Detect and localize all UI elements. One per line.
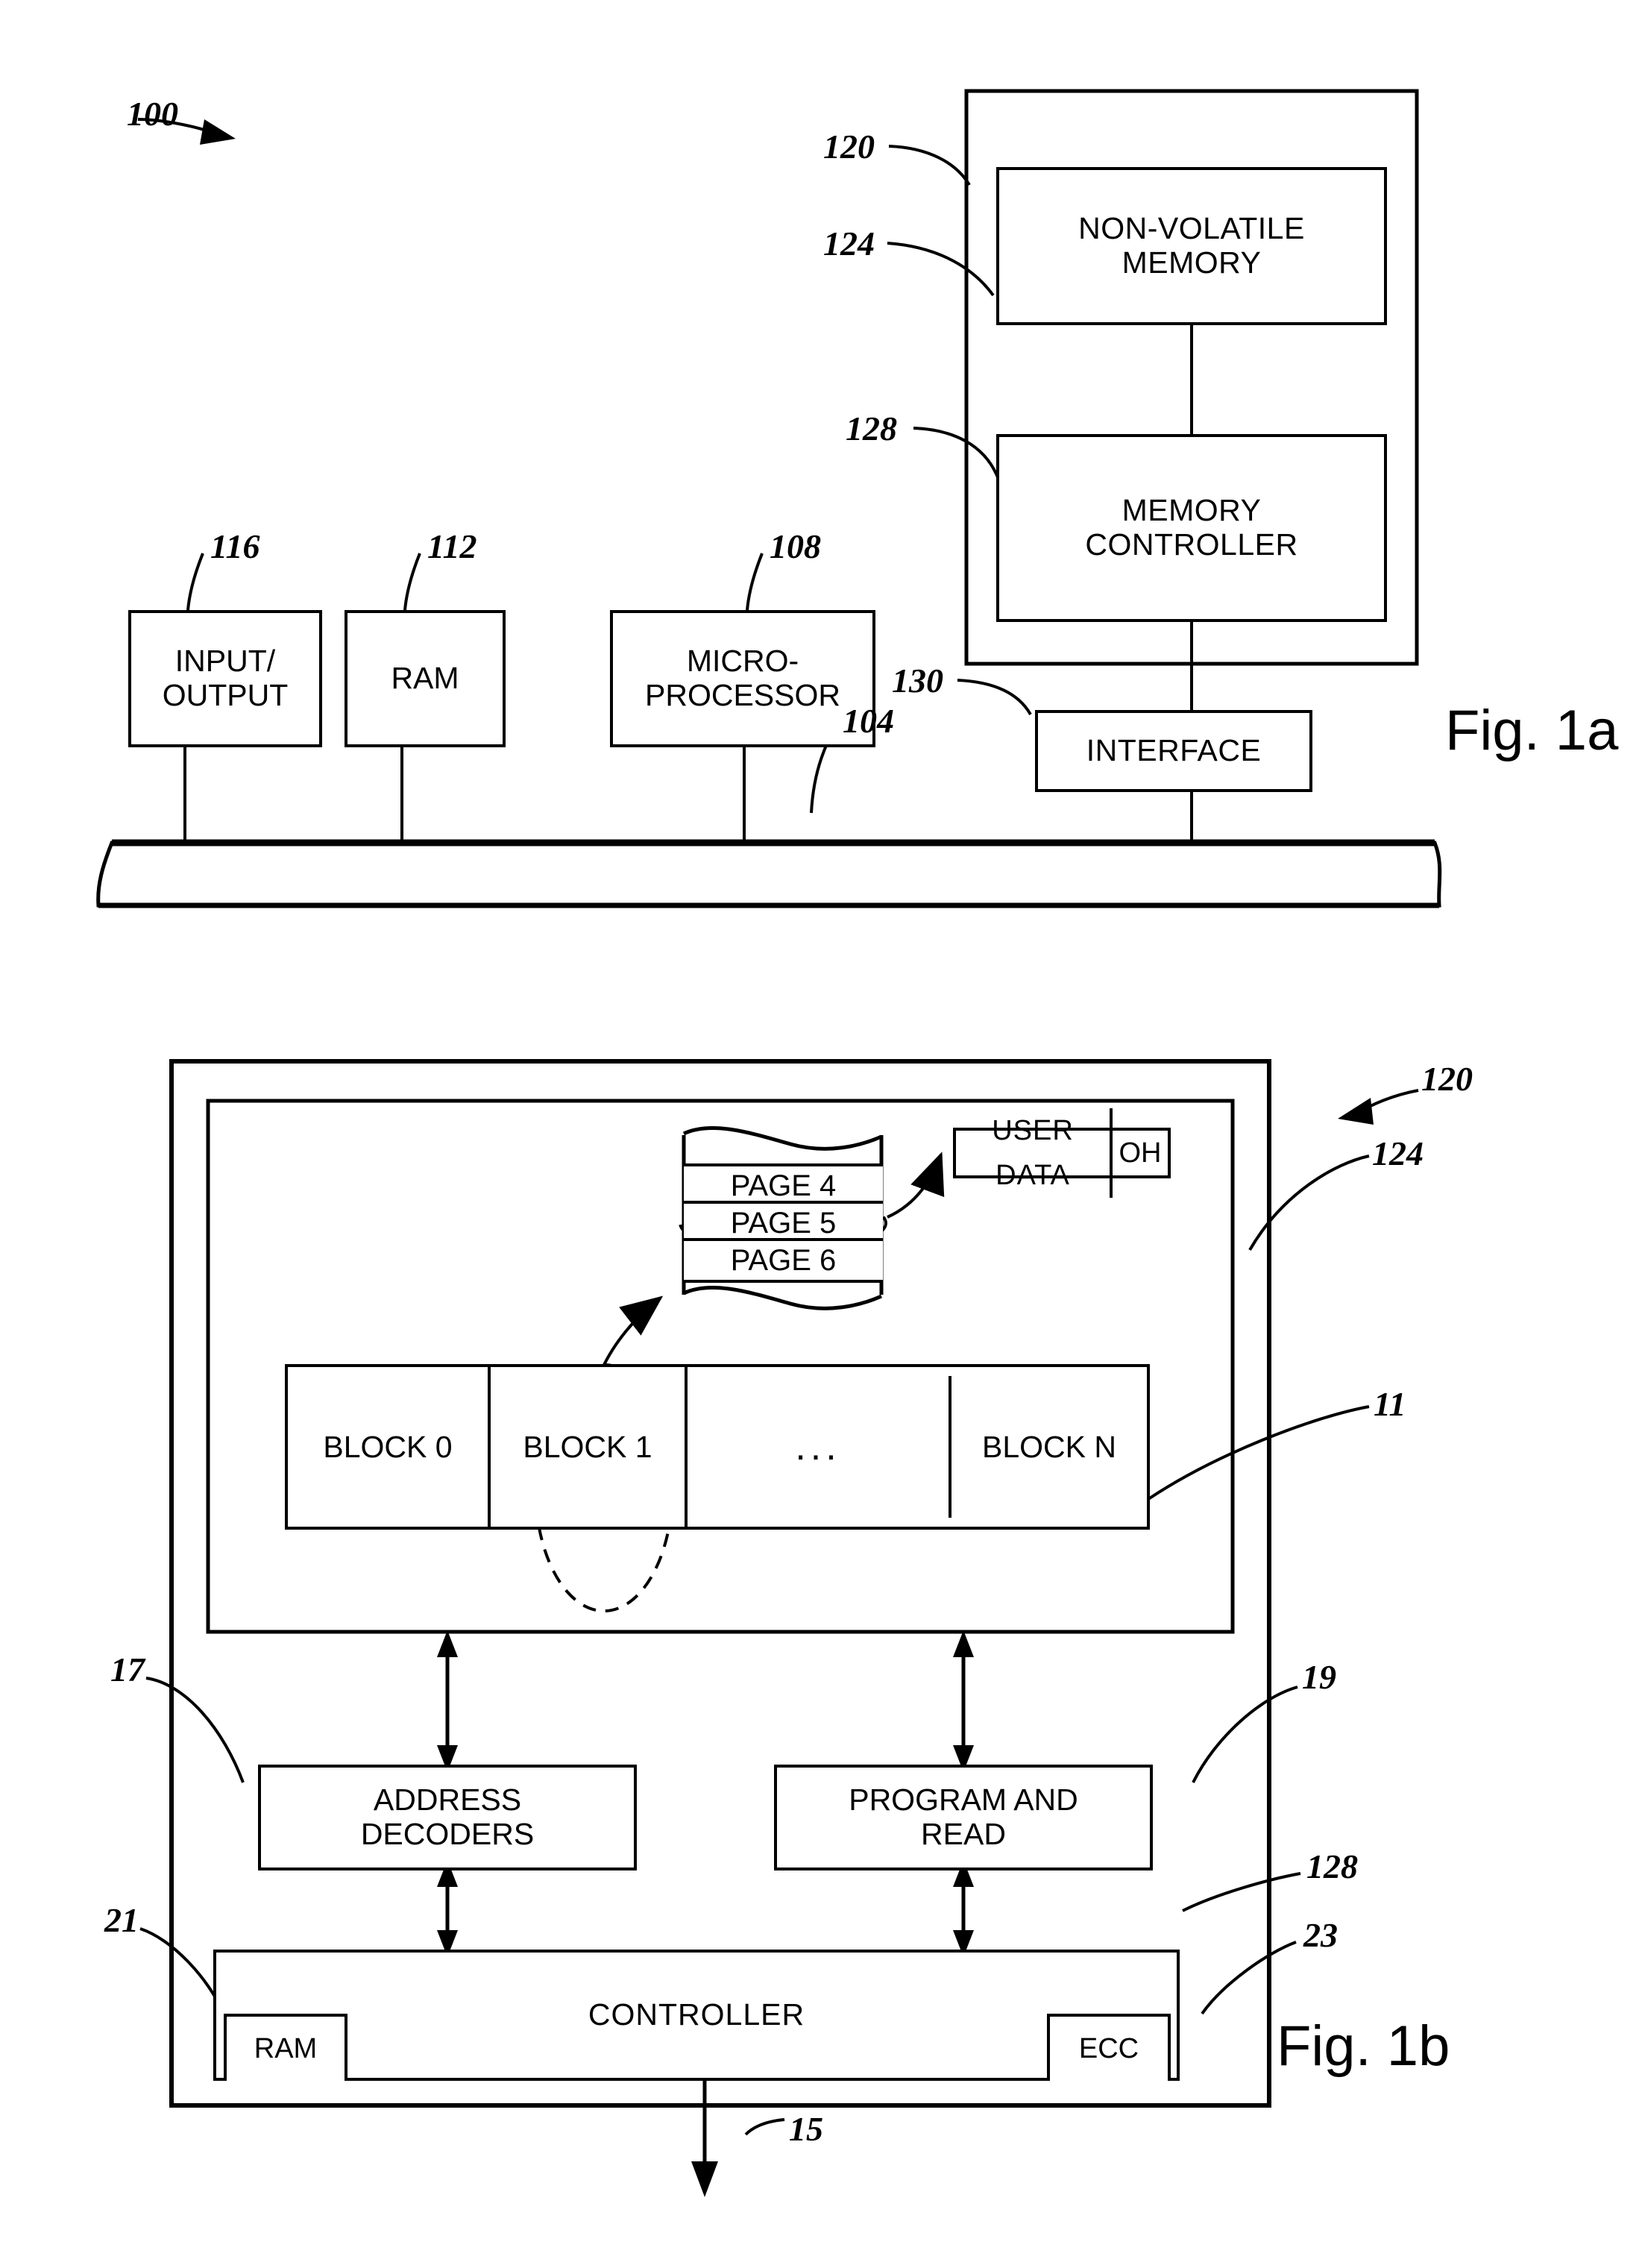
block-0-label[interactable]: BLOCK 0 bbox=[288, 1367, 491, 1527]
ref-116-leader bbox=[186, 553, 204, 611]
page-4-label: PAGE 4 bbox=[730, 1169, 837, 1202]
fig-1b-caption: Fig. 1b bbox=[1277, 2014, 1450, 2078]
page-row-6[interactable]: PAGE 6 bbox=[684, 1238, 883, 1283]
block-1-label[interactable]: BLOCK 1 bbox=[491, 1367, 688, 1527]
ref-11-leader bbox=[1147, 1405, 1370, 1501]
block-n-label[interactable]: BLOCK N bbox=[951, 1367, 1147, 1527]
controller-box[interactable]: CONTROLLER bbox=[213, 1950, 1180, 2081]
address-decoders-box[interactable]: ADDRESS DECODERS bbox=[258, 1765, 637, 1870]
ref-120-leader bbox=[888, 145, 971, 186]
array-to-decoders-arrow bbox=[437, 1630, 458, 1772]
ref-19-leader bbox=[1192, 1686, 1298, 1783]
page-format-box[interactable]: USER DATA OH bbox=[953, 1108, 1171, 1198]
ref-23-leader bbox=[1201, 1941, 1297, 2015]
host-bus-arrow bbox=[691, 2081, 718, 2197]
interface-box[interactable]: INTERFACE bbox=[1035, 710, 1312, 792]
nvm-box[interactable]: NON-VOLATILE MEMORY bbox=[996, 167, 1387, 325]
interface-label: INTERFACE bbox=[1086, 733, 1262, 768]
ref-130-leader bbox=[957, 679, 1032, 716]
blocks-row: BLOCK 0 BLOCK 1 ... BLOCK N bbox=[285, 1364, 1150, 1530]
ref-17: 17 bbox=[110, 1650, 145, 1689]
fig-1a-caption: Fig. 1a bbox=[1445, 699, 1619, 762]
controller-label: CONTROLLER bbox=[588, 1997, 805, 2032]
page-5-label: PAGE 5 bbox=[730, 1206, 837, 1240]
ref-15-leader bbox=[744, 2118, 785, 2136]
ref-128-leader bbox=[913, 427, 999, 478]
block1-to-pages-arrow bbox=[603, 1295, 664, 1366]
ref-124-leader bbox=[887, 242, 995, 297]
program-and-read-box[interactable]: PROGRAM AND READ bbox=[774, 1765, 1153, 1870]
ref-21-leader bbox=[139, 1927, 225, 2014]
microprocessor-label: MICRO- PROCESSOR bbox=[645, 644, 840, 712]
ref-116: 116 bbox=[210, 527, 260, 565]
ref-120b: 120 bbox=[1421, 1060, 1473, 1098]
system-bus-shape bbox=[96, 841, 1442, 908]
ref-19: 19 bbox=[1302, 1658, 1336, 1696]
controller-ram-box[interactable]: RAM bbox=[224, 2014, 347, 2081]
ref-124b: 124 bbox=[1372, 1134, 1424, 1172]
nvm-label: NON-VOLATILE MEMORY bbox=[1078, 211, 1305, 280]
ref-11: 11 bbox=[1374, 1385, 1406, 1423]
ref-100: 100 bbox=[127, 95, 178, 133]
ref-21: 21 bbox=[104, 1901, 139, 1939]
ref-120a: 120 bbox=[823, 128, 875, 166]
ref-15: 15 bbox=[789, 2110, 823, 2148]
ref-108: 108 bbox=[770, 527, 821, 565]
page5-to-userdata-arrow bbox=[887, 1152, 945, 1219]
input-output-box[interactable]: INPUT/ OUTPUT bbox=[128, 610, 322, 747]
patent-drawing-sheet: NON-VOLATILE MEMORY MEMORY CONTROLLER IN… bbox=[0, 0, 1642, 2268]
ref-108-leader bbox=[746, 553, 764, 611]
ram-label: RAM bbox=[391, 661, 459, 696]
ref-128b-leader bbox=[1182, 1872, 1301, 1912]
ref-130: 130 bbox=[892, 662, 943, 700]
microprocessor-box[interactable]: MICRO- PROCESSOR bbox=[610, 610, 875, 747]
ref-120b-leader bbox=[1338, 1089, 1419, 1125]
user-data-label: USER DATA bbox=[956, 1108, 1113, 1198]
decoders-to-controller-arrow bbox=[437, 1860, 458, 1957]
blocks-ellipsis: ... bbox=[688, 1376, 951, 1518]
memory-controller-box[interactable]: MEMORY CONTROLLER bbox=[996, 434, 1387, 622]
controller-ram-label: RAM bbox=[254, 2032, 318, 2064]
ref-128a: 128 bbox=[846, 409, 897, 447]
page-6-label: PAGE 6 bbox=[730, 1243, 837, 1277]
ref-104: 104 bbox=[843, 702, 894, 740]
ref-17-leader bbox=[145, 1677, 245, 1783]
ref-124a: 124 bbox=[823, 224, 875, 263]
array-to-progread-arrow bbox=[953, 1630, 974, 1772]
ram-box[interactable]: RAM bbox=[345, 610, 506, 747]
program-and-read-label: PROGRAM AND READ bbox=[849, 1782, 1078, 1851]
ref-128b: 128 bbox=[1306, 1847, 1358, 1885]
ref-112-leader bbox=[403, 553, 421, 611]
controller-ecc-box[interactable]: ECC bbox=[1047, 2014, 1171, 2081]
input-output-label: INPUT/ OUTPUT bbox=[162, 644, 289, 712]
address-decoders-label: ADDRESS DECODERS bbox=[360, 1782, 535, 1851]
ref-23: 23 bbox=[1303, 1916, 1338, 1954]
memory-controller-label: MEMORY CONTROLLER bbox=[1085, 493, 1298, 562]
ref-112: 112 bbox=[427, 527, 477, 565]
overhead-label: OH bbox=[1119, 1137, 1162, 1169]
controller-ecc-label: ECC bbox=[1078, 2032, 1139, 2064]
progread-to-controller-arrow bbox=[953, 1860, 974, 1957]
